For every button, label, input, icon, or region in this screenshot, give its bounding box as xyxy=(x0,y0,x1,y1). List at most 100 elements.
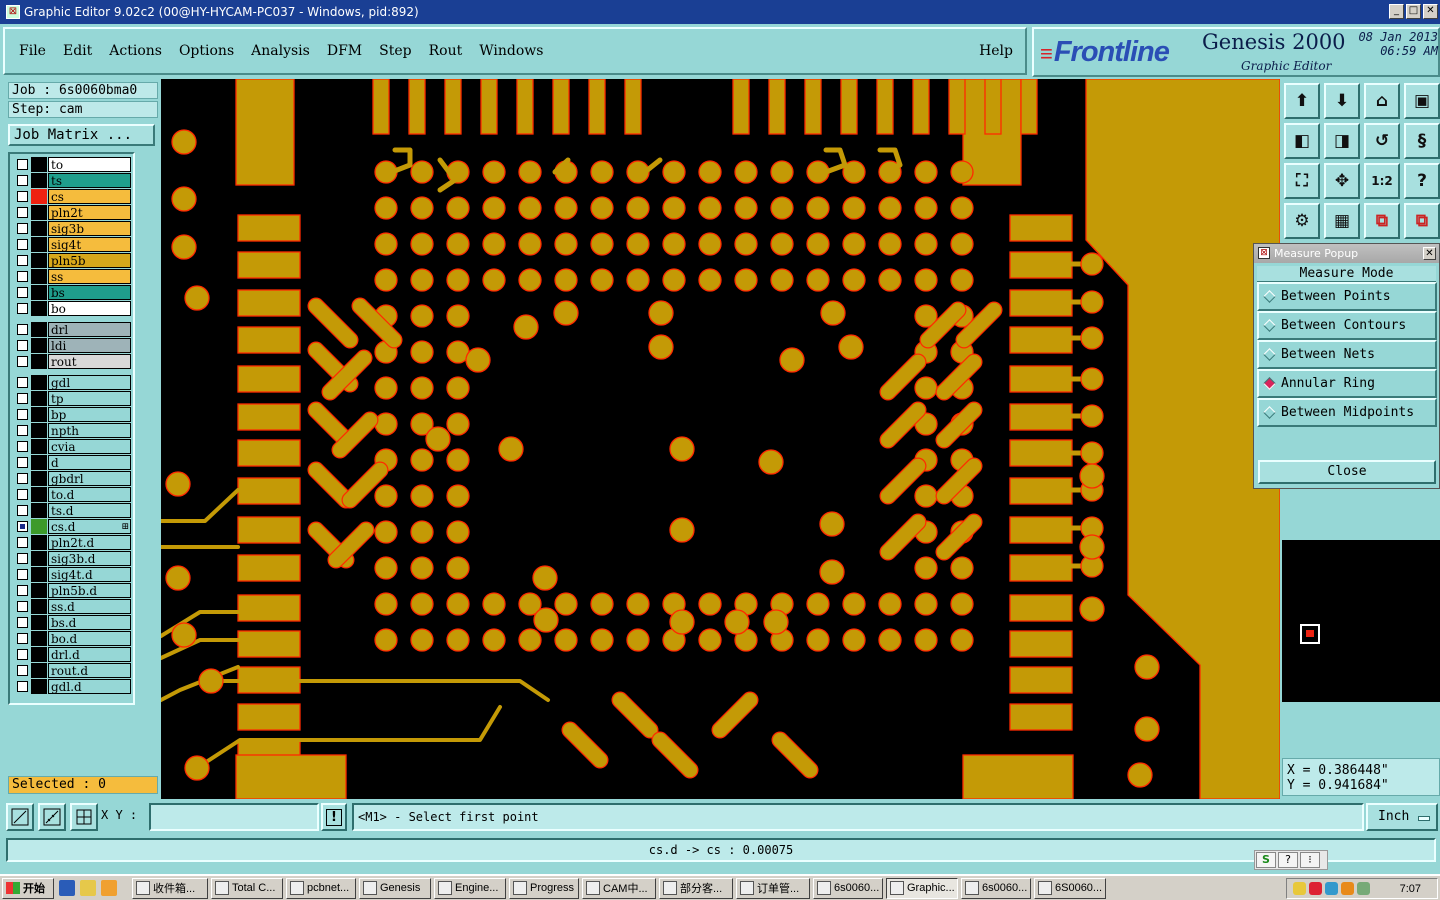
layer-checkbox[interactable] xyxy=(17,505,28,516)
pad[interactable] xyxy=(410,160,434,184)
layer-row[interactable]: to xyxy=(13,157,131,172)
layer-row[interactable]: pln2t xyxy=(13,205,131,220)
smd-pad[interactable] xyxy=(1009,214,1073,242)
ime-s-icon[interactable]: S xyxy=(1256,852,1276,868)
pad[interactable] xyxy=(1080,252,1104,276)
ie-icon[interactable] xyxy=(59,880,75,896)
layer-display-swatch[interactable] xyxy=(31,338,47,353)
pad[interactable] xyxy=(1080,441,1104,465)
pad[interactable] xyxy=(184,755,210,781)
layer-display-swatch[interactable] xyxy=(31,631,47,646)
pad[interactable] xyxy=(724,609,750,635)
layer-row[interactable]: bs.d xyxy=(13,615,131,630)
pad[interactable] xyxy=(669,517,695,543)
pad[interactable] xyxy=(446,556,470,580)
pad[interactable] xyxy=(171,234,197,260)
layer-display-swatch[interactable] xyxy=(31,269,47,284)
pad[interactable] xyxy=(842,196,866,220)
layer-checkbox[interactable] xyxy=(17,159,28,170)
layer-display-swatch[interactable] xyxy=(31,221,47,236)
layer-checkbox[interactable] xyxy=(17,207,28,218)
pad[interactable] xyxy=(518,232,542,256)
smd-pad[interactable] xyxy=(235,79,295,186)
layer-display-swatch[interactable] xyxy=(31,567,47,582)
pad[interactable] xyxy=(770,232,794,256)
pad[interactable] xyxy=(410,196,434,220)
pad[interactable] xyxy=(482,160,506,184)
pad[interactable] xyxy=(878,628,902,652)
grid-snap-button[interactable] xyxy=(70,803,98,831)
pad[interactable] xyxy=(1080,326,1104,350)
pad[interactable] xyxy=(554,628,578,652)
smd-pad[interactable] xyxy=(237,326,301,354)
smd-pad[interactable] xyxy=(1009,630,1073,658)
pad[interactable] xyxy=(914,376,938,400)
pad[interactable] xyxy=(590,160,614,184)
layer-row[interactable]: rout.d xyxy=(13,663,131,678)
layer-display-swatch[interactable] xyxy=(31,391,47,406)
layer-name[interactable]: pln5b.d xyxy=(48,583,131,598)
layer-row[interactable]: tp xyxy=(13,391,131,406)
pad[interactable] xyxy=(165,471,191,497)
layer-display-swatch[interactable] xyxy=(31,375,47,390)
layer-name[interactable]: ts xyxy=(48,173,131,188)
job-matrix-button[interactable]: Job Matrix ... xyxy=(8,124,155,146)
pad[interactable] xyxy=(734,268,758,292)
zoom-home-button[interactable]: ⬆ xyxy=(1284,83,1320,119)
layer-row[interactable]: cs.d xyxy=(13,519,131,534)
smd-pad[interactable] xyxy=(237,439,301,467)
pad[interactable] xyxy=(446,376,470,400)
pad[interactable] xyxy=(410,520,434,544)
smd-pad[interactable] xyxy=(1009,326,1073,354)
smd-pad[interactable] xyxy=(237,594,301,622)
tray-network-icon[interactable] xyxy=(1293,882,1306,895)
menu-dfm[interactable]: DFM xyxy=(327,43,362,59)
layer-row[interactable]: ldi xyxy=(13,338,131,353)
pad[interactable] xyxy=(482,232,506,256)
pad[interactable] xyxy=(465,347,491,373)
pad[interactable] xyxy=(1134,716,1160,742)
pad[interactable] xyxy=(410,304,434,328)
pad[interactable] xyxy=(554,592,578,616)
xy-input[interactable] xyxy=(149,803,319,831)
pad[interactable] xyxy=(554,196,578,220)
pad[interactable] xyxy=(518,160,542,184)
layer-row[interactable]: rout xyxy=(13,354,131,369)
trace[interactable] xyxy=(823,147,848,175)
smd-pad[interactable] xyxy=(237,477,301,505)
layer-checkbox[interactable] xyxy=(17,393,28,404)
pad[interactable] xyxy=(446,196,470,220)
layer-name[interactable]: to.d xyxy=(48,487,131,502)
layer-display-swatch[interactable] xyxy=(31,647,47,662)
pad[interactable] xyxy=(498,436,524,462)
pad[interactable] xyxy=(554,268,578,292)
media-icon[interactable] xyxy=(101,880,117,896)
layer-display-swatch[interactable] xyxy=(31,503,47,518)
layer-display-swatch[interactable] xyxy=(31,423,47,438)
smd-pad[interactable] xyxy=(1009,666,1073,694)
pan-right-button[interactable]: ◨ xyxy=(1324,123,1360,159)
pad[interactable] xyxy=(446,412,470,436)
layer-checkbox[interactable] xyxy=(17,601,28,612)
pan-left-button[interactable]: ◧ xyxy=(1284,123,1320,159)
pad[interactable] xyxy=(950,628,974,652)
layer-checkbox[interactable] xyxy=(17,191,28,202)
units-selector[interactable]: Inch xyxy=(1366,803,1438,831)
pad[interactable] xyxy=(518,628,542,652)
layer-checkbox[interactable] xyxy=(17,255,28,266)
layer-name[interactable]: bs xyxy=(48,285,131,300)
minimize-button[interactable]: _ xyxy=(1389,4,1404,19)
layer-checkbox[interactable] xyxy=(17,441,28,452)
pad[interactable] xyxy=(806,628,830,652)
layer-row[interactable]: gdl.d xyxy=(13,679,131,694)
layer-display-swatch[interactable] xyxy=(31,253,47,268)
pad[interactable] xyxy=(878,592,902,616)
layer-checkbox[interactable] xyxy=(17,569,28,580)
taskbar-task[interactable]: 6s0060... xyxy=(813,877,883,899)
smd-pad[interactable] xyxy=(237,214,301,242)
layer-row[interactable]: bp xyxy=(13,407,131,422)
smd-pad[interactable] xyxy=(948,79,966,135)
layer-display-swatch[interactable] xyxy=(31,237,47,252)
layer-display-swatch[interactable] xyxy=(31,407,47,422)
smd-pad[interactable] xyxy=(876,79,894,135)
